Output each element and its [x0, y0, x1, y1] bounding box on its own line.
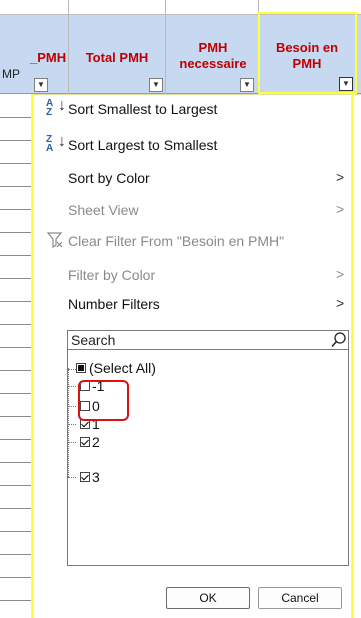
- list-item-label: 2: [92, 434, 100, 450]
- number-filters-item[interactable]: Number Filters: [68, 296, 160, 312]
- filter-dropdown-button[interactable]: ▼: [240, 78, 254, 92]
- list-item-label: (Select All): [89, 360, 156, 376]
- column-header-pmh-partial: _PMH: [30, 50, 67, 65]
- checkbox[interactable]: [76, 363, 86, 373]
- sort-descending-item[interactable]: Sort Largest to Smallest: [68, 137, 217, 153]
- column-header-sub: MP: [2, 67, 20, 81]
- search-input[interactable]: Search: [67, 330, 349, 350]
- sort-by-color-item[interactable]: Sort by Color: [68, 170, 150, 186]
- checkbox[interactable]: [80, 437, 90, 447]
- chevron-right-icon: >: [336, 201, 345, 217]
- filter-by-color-item[interactable]: Filter by Color: [68, 267, 155, 283]
- tree-connector: [68, 386, 76, 387]
- filter-dropdown-button[interactable]: ▼: [34, 78, 48, 92]
- column-header-pmh-necessaire: PMH necessaire: [179, 40, 247, 71]
- selected-column-highlight: [258, 12, 357, 94]
- sheet-view-item[interactable]: Sheet View: [68, 202, 139, 218]
- chevron-right-icon: >: [336, 266, 345, 282]
- tree-connector: [68, 424, 76, 425]
- chevron-right-icon: >: [336, 169, 345, 185]
- sort-ascending-icon: A Z ↓: [46, 97, 66, 118]
- column-header-total-pmh: Total PMH: [85, 50, 149, 65]
- sort-ascending-item[interactable]: Sort Smallest to Largest: [68, 101, 217, 117]
- clear-filter-item[interactable]: Clear Filter From "Besoin en PMH": [68, 233, 284, 249]
- filter-dropdown-button[interactable]: ▼: [149, 78, 163, 92]
- search-icon: [331, 332, 346, 348]
- menu-highlight-border: [351, 94, 354, 618]
- ok-button[interactable]: OK: [166, 587, 250, 609]
- sort-descending-icon: Z A ↓: [46, 133, 66, 154]
- tree-connector: [68, 368, 69, 477]
- annotation-highlight: [78, 380, 129, 421]
- tree-connector: [68, 406, 76, 407]
- list-item-label: 3: [92, 469, 100, 485]
- clear-filter-icon: [47, 232, 63, 249]
- tree-connector: [68, 477, 76, 478]
- tree-connector: [68, 369, 76, 370]
- tree-connector: [68, 442, 76, 443]
- cancel-button[interactable]: Cancel: [258, 587, 342, 609]
- chevron-right-icon: >: [336, 295, 345, 311]
- checkbox[interactable]: [80, 472, 90, 482]
- menu-highlight-border: [31, 94, 34, 618]
